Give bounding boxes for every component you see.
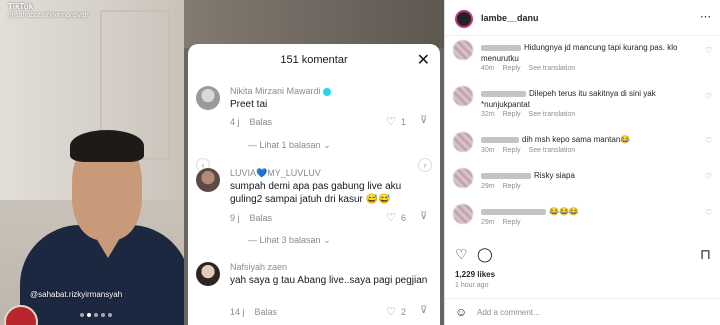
video-background-strip xyxy=(184,0,444,48)
redacted-username xyxy=(481,136,519,143)
carousel-dot[interactable] xyxy=(94,313,98,317)
emoji-icon[interactable]: ☺ xyxy=(455,305,467,319)
person-hair xyxy=(70,130,144,162)
carousel-dot[interactable] xyxy=(108,313,112,317)
comment-text: yah saya g tau Abang live..saya pagi peg… xyxy=(230,275,428,286)
comments-sheet: 151 komentar ✕ Nikita Mirzani Mawardi Pr… xyxy=(188,44,440,325)
comment-time: 14 j xyxy=(230,307,245,317)
screenshot-root: TikTok @sahabat.rizkyirmansyah @sahabat.… xyxy=(0,0,720,325)
redacted-username xyxy=(481,208,546,215)
redacted-username xyxy=(481,90,526,97)
avatar[interactable] xyxy=(453,168,473,188)
ig-comment-text: 😂😂😂 xyxy=(481,206,696,217)
avatar[interactable] xyxy=(453,86,473,106)
avatar[interactable] xyxy=(196,262,220,286)
comment-text: sumpah demi apa pas gabung live aku guli… xyxy=(230,181,402,205)
ig-comment-text: dih msh kepo sama mantan😂 xyxy=(481,134,696,145)
ig-comment-meta: 30m Reply See translation xyxy=(481,147,576,154)
reply-button[interactable]: Reply xyxy=(503,183,521,190)
post-username[interactable]: lambe__danu xyxy=(481,13,539,23)
post-header: lambe__danu ⋯ xyxy=(445,0,720,36)
dislike-icon[interactable]: ⊽ xyxy=(420,211,427,222)
carousel-dot[interactable] xyxy=(101,313,105,317)
comment-time: 4 j xyxy=(230,117,240,127)
ig-comment-text: Hidungnya jd mancung tapi kurang pas. kl… xyxy=(481,43,678,63)
dislike-icon[interactable]: ⊽ xyxy=(420,305,427,316)
comments-count-title: 151 komentar xyxy=(280,54,348,66)
post-time: 1 hour ago xyxy=(455,282,489,289)
like-count: 6 xyxy=(401,213,407,223)
heart-icon[interactable]: ♡ xyxy=(386,211,396,224)
carousel-dots[interactable] xyxy=(80,313,112,317)
comment-bubble-icon[interactable]: ◯ xyxy=(477,246,493,263)
video-panel[interactable]: TikTok @sahabat.rizkyirmansyah @sahabat.… xyxy=(0,0,184,325)
comment-author[interactable]: Nafsiyah zaen xyxy=(230,262,287,272)
carousel-dot[interactable] xyxy=(80,313,84,317)
reply-button[interactable]: Reply xyxy=(503,219,521,226)
ig-comment-meta: 29m Reply xyxy=(481,219,521,226)
redacted-username xyxy=(481,172,531,179)
carousel-dot-active[interactable] xyxy=(87,313,91,317)
ig-comment-meta: 29m Reply xyxy=(481,183,521,190)
reply-button[interactable]: Reply xyxy=(503,147,521,154)
heart-icon[interactable]: ♡ xyxy=(386,305,396,318)
comment-meta: 14 j Balas xyxy=(230,307,277,317)
comment-author[interactable]: LUVIA💙MY_LUVLUV xyxy=(230,168,321,179)
reply-button[interactable]: Balas xyxy=(250,117,273,127)
comment-meta: 9 j Balas xyxy=(230,213,272,223)
reply-button[interactable]: Reply xyxy=(503,65,521,72)
comment-text: Preet tai xyxy=(230,99,268,110)
see-translation-link[interactable]: See translation xyxy=(529,65,576,72)
bookmark-icon[interactable]: ⊓ xyxy=(700,246,711,263)
heart-icon[interactable]: ♡ xyxy=(386,115,396,128)
tiktok-comments-panel: 151 komentar ✕ Nikita Mirzani Mawardi Pr… xyxy=(184,0,444,325)
avatar[interactable] xyxy=(453,40,473,60)
instagram-post-panel: lambe__danu ⋯ Hidungnya jd mancung tapi … xyxy=(444,0,720,325)
ig-comment-meta: 32m Reply See translation xyxy=(481,111,576,118)
redacted-username xyxy=(481,44,521,51)
tiktok-watermark-handle: @sahabat.rizkyirmansyah xyxy=(8,12,89,19)
avatar[interactable] xyxy=(453,132,473,152)
avatar[interactable] xyxy=(453,204,473,224)
like-heart-icon[interactable]: ♡ xyxy=(455,246,468,263)
video-caption: @sahabat.rizkyirmansyah xyxy=(30,290,123,299)
comment-author[interactable]: Nikita Mirzani Mawardi xyxy=(230,86,331,96)
add-comment-input[interactable]: Add a comment... xyxy=(477,308,540,317)
avatar[interactable] xyxy=(196,168,220,192)
avatar[interactable] xyxy=(455,10,473,28)
close-icon[interactable]: ✕ xyxy=(417,50,430,70)
see-translation-link[interactable]: See translation xyxy=(529,111,576,118)
comment-time: 9 j xyxy=(230,213,240,223)
view-replies-link[interactable]: — Lihat 3 balasan ⌄ xyxy=(248,235,331,246)
dislike-icon[interactable]: ⊽ xyxy=(420,115,427,126)
reply-button[interactable]: Balas xyxy=(255,307,278,317)
reply-button[interactable]: Balas xyxy=(250,213,273,223)
chevron-right-icon[interactable]: › xyxy=(418,158,432,172)
likes-count[interactable]: 1,229 likes xyxy=(455,270,495,279)
reply-button[interactable]: Reply xyxy=(503,111,521,118)
view-replies-link[interactable]: — Lihat 1 balasan ⌄ xyxy=(248,140,331,151)
ig-comment-text: Dilepeh terus itu sakitnya di sini yak *… xyxy=(481,89,656,109)
comment-meta: 4 j Balas xyxy=(230,117,272,127)
like-count: 2 xyxy=(401,307,407,317)
avatar[interactable] xyxy=(196,86,220,110)
add-comment-bar: ☺ Add a comment... xyxy=(445,298,720,325)
verified-badge-icon xyxy=(322,87,331,96)
ig-comment-meta: 40m Reply See translation xyxy=(481,65,576,72)
see-translation-link[interactable]: See translation xyxy=(529,147,576,154)
more-options-icon[interactable]: ⋯ xyxy=(700,10,711,23)
like-count: 1 xyxy=(401,117,407,127)
ig-comment-text: Risky siapa xyxy=(481,170,696,181)
tiktok-logo: TikTok xyxy=(8,2,34,11)
